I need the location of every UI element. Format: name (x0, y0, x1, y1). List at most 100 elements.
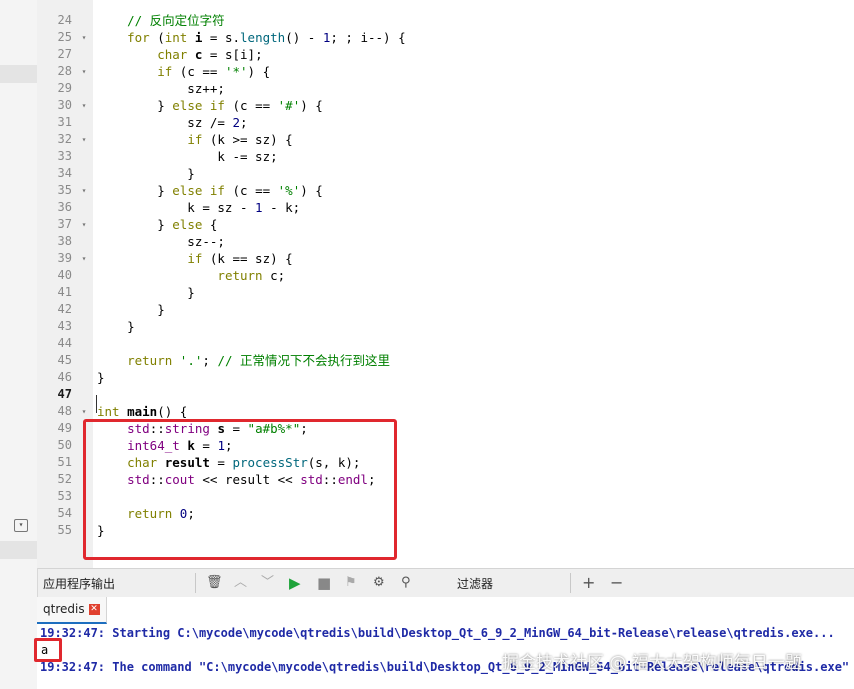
down-arrow-icon[interactable]: ﹀ (261, 574, 274, 592)
code-text: } (97, 318, 135, 335)
line-number: 49 (57, 421, 72, 435)
minus-icon[interactable]: − (610, 574, 623, 592)
code-line[interactable]: 39 ▾ if (k == sz) { (37, 250, 854, 267)
code-line[interactable]: 34 } (37, 165, 854, 182)
code-token: = s[i]; (202, 47, 263, 62)
code-text: if (c == '*') { (97, 63, 270, 80)
fold-marker-icon[interactable]: ▾ (79, 250, 89, 267)
code-token: } (97, 98, 173, 113)
code-text: int main() { (97, 403, 187, 420)
debug-icon[interactable]: ⚑ (345, 574, 357, 592)
filter-label[interactable]: 过滤器 (457, 575, 493, 592)
code-token: } (97, 217, 173, 232)
code-token: ) { (300, 98, 323, 113)
code-token: '*' (224, 64, 248, 79)
code-line[interactable]: 30 ▾ } else if (c == '#') { (37, 97, 854, 114)
code-token: ; (202, 353, 218, 368)
code-text: k = sz - 1 - k; (97, 199, 300, 216)
up-arrow-icon[interactable]: ︿ (234, 574, 247, 592)
code-line[interactable]: 33 k -= sz; (37, 148, 854, 165)
main-function-highlight-box (83, 419, 397, 560)
code-line[interactable]: 36 k = sz - 1 - k; (37, 199, 854, 216)
code-line[interactable]: 46} (37, 369, 854, 386)
line-number: 25 (57, 30, 72, 44)
code-token: ) { (247, 64, 271, 79)
code-token: } (97, 183, 173, 198)
fold-marker-icon[interactable]: ▾ (79, 131, 89, 148)
code-line[interactable]: 43 } (37, 318, 854, 335)
fold-marker-icon[interactable]: ▾ (79, 29, 89, 46)
code-token: k = sz - (97, 200, 256, 215)
output-pane-title: 应用程序输出 (43, 577, 116, 591)
stop-icon[interactable]: ■ (317, 574, 331, 592)
code-text: } (97, 369, 105, 386)
code-token: if (157, 64, 173, 79)
code-token: int (97, 404, 120, 419)
code-line[interactable]: 27 char c = s[i]; (37, 46, 854, 63)
code-line[interactable]: 45 return '.'; // 正常情况下不会执行到这里 (37, 352, 854, 369)
left-sidebar: ▾ (0, 0, 38, 568)
code-text: } (97, 301, 165, 318)
gear-icon[interactable]: ⚙ (373, 574, 385, 592)
code-line[interactable]: 40 return c; (37, 267, 854, 284)
code-line[interactable]: 48 ▾ int main() { (37, 403, 854, 420)
code-text: sz /= 2; (97, 114, 247, 131)
code-line[interactable]: 47 (37, 386, 854, 403)
code-token: else (172, 217, 203, 232)
line-number: 29 (57, 81, 72, 95)
line-number: 40 (57, 268, 72, 282)
tab-label: qtredis (43, 602, 85, 616)
run-icon[interactable]: ▶ (289, 574, 301, 592)
close-icon[interactable]: ✕ (88, 604, 100, 615)
code-line[interactable]: 44 (37, 335, 854, 352)
code-line[interactable]: 28 ▾ if (c == '*') { (37, 63, 854, 80)
line-number: 47 (57, 387, 72, 401)
code-token: int (164, 30, 188, 45)
code-line[interactable]: 25 ▾ for (int i = s.length() - 1; ; i--) … (37, 29, 854, 46)
code-token: (c == (224, 98, 278, 113)
tab-qtredis[interactable]: qtredis ✕ (37, 597, 107, 624)
line-number: 34 (57, 166, 72, 180)
line-number: 51 (57, 455, 72, 469)
fold-marker-icon[interactable]: ▾ (79, 216, 89, 233)
code-line[interactable]: 37 ▾ } else { (37, 216, 854, 233)
code-token: return (217, 268, 263, 283)
code-line[interactable]: 41 } (37, 284, 854, 301)
code-token: () - (285, 30, 323, 45)
sidebar-row[interactable] (0, 541, 37, 559)
line-number: 54 (57, 506, 72, 520)
line-number: 43 (57, 319, 72, 333)
code-line[interactable]: 24 // 反向定位字符 (37, 12, 854, 29)
plus-icon[interactable]: + (582, 574, 595, 592)
left-sidebar-bottom (0, 568, 38, 689)
code-text: char c = s[i]; (97, 46, 263, 63)
fold-marker-icon[interactable]: ▾ (79, 403, 89, 420)
code-line[interactable]: 38 sz--; (37, 233, 854, 250)
collapse-icon[interactable]: ▾ (14, 519, 28, 532)
code-token: // 反向定位字符 (127, 13, 225, 28)
code-line[interactable]: 31 sz /= 2; (37, 114, 854, 131)
line-number: 46 (57, 370, 72, 384)
code-line[interactable]: 35 ▾ } else if (c == '%') { (37, 182, 854, 199)
code-text: return c; (97, 267, 285, 284)
code-line[interactable]: 29 sz++; (37, 80, 854, 97)
fold-marker-icon[interactable]: ▾ (79, 97, 89, 114)
code-line[interactable]: 32 ▾ if (k >= sz) { (37, 131, 854, 148)
code-token: (c == (172, 64, 225, 79)
sidebar-selected-row[interactable] (0, 65, 37, 83)
fold-marker-icon[interactable]: ▾ (79, 63, 89, 80)
line-number: 39 (57, 251, 72, 265)
search-icon[interactable]: ⚲ (401, 574, 411, 592)
code-text: } else if (c == '#') { (97, 97, 323, 114)
line-number: 32 (57, 132, 72, 146)
code-text: if (k >= sz) { (97, 131, 292, 148)
code-token: main (127, 404, 158, 419)
code-line[interactable]: 42 } (37, 301, 854, 318)
line-number: 35 (57, 183, 72, 197)
fold-marker-icon[interactable]: ▾ (79, 182, 89, 199)
trash-icon[interactable]: 🗑 (206, 574, 223, 592)
